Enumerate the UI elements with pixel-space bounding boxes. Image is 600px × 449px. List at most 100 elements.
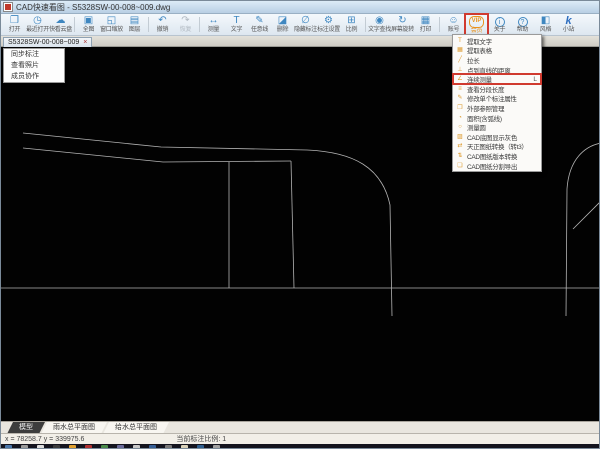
shortcut-key: L: [533, 76, 537, 83]
taskbar-icon[interactable]: [197, 445, 204, 449]
taskbar-icon[interactable]: [165, 445, 172, 449]
toolbar-window-zoom-button[interactable]: ◱窗口缩放: [100, 14, 123, 35]
menu-item-sync-annotation[interactable]: 同步标注: [4, 49, 64, 60]
toolbar-text-search-button[interactable]: ◉文字查找: [368, 14, 391, 35]
toolbar-redo-button[interactable]: ↷恢复: [174, 14, 197, 35]
menu-item-measure-circle[interactable]: ○测量圆: [453, 122, 541, 132]
lengthen-icon: ╱: [456, 56, 464, 64]
fullview-icon: ▣: [84, 15, 93, 27]
toolbar-cloud-button[interactable]: ☁快看云盘: [49, 14, 72, 35]
window-zoom-icon: ◱: [107, 15, 116, 27]
menu-item-member-collaboration[interactable]: 成员协作: [4, 71, 64, 82]
circle-icon: ○: [456, 123, 464, 131]
cad-line-right-diagonal: [573, 202, 600, 229]
document-tab[interactable]: S5328SW-00-008~009 ×: [3, 37, 92, 47]
windows-taskbar[interactable]: [1, 444, 600, 449]
toolbar-text-button[interactable]: T文字: [225, 14, 248, 35]
cad-line-branch-right: [291, 161, 294, 288]
toolbar-open-button[interactable]: ❐打开: [3, 14, 26, 35]
menu-item-modify-annotation[interactable]: ✎修改单个标注属性: [453, 94, 541, 104]
toolbar-kstation-button[interactable]: k小站: [557, 14, 580, 35]
vip-dropdown-menu: T提取文字 ▦提取表格 ╱拉长 ⊥点到直线的距离 ∠连续测量L ≡查看分段长度 …: [452, 34, 542, 172]
layout-tab-bar: 模型 雨水总平面图 给水总平面图: [1, 421, 600, 433]
cad-line-right-curve: [566, 143, 600, 316]
toolbar-measure-button[interactable]: ↔测量: [202, 14, 225, 35]
taskbar-icon[interactable]: [37, 445, 44, 449]
close-icon[interactable]: ×: [83, 39, 87, 46]
taskbar-icon[interactable]: [21, 445, 28, 449]
printer-icon: ▦: [421, 15, 430, 27]
menu-item-view-photos[interactable]: 查看照片: [4, 60, 64, 71]
taskbar-icon[interactable]: [149, 445, 156, 449]
taskbar-icon[interactable]: [5, 445, 12, 449]
toolbar-help-button[interactable]: ?帮助: [511, 14, 534, 35]
menu-item-segment-length[interactable]: ≡查看分段长度: [453, 84, 541, 94]
toolbar-vip-button[interactable]: VIP会员: [465, 14, 488, 35]
status-bar: x = 78258.7 y = 339975.6 当前标注比例: 1: [1, 433, 600, 444]
taskbar-icon[interactable]: [133, 445, 140, 449]
toolbar-account-button[interactable]: ☺账号: [442, 14, 465, 35]
menu-item-gray-background[interactable]: ▨CAD底图显示灰色: [453, 132, 541, 142]
taskbar-icon[interactable]: [181, 445, 188, 449]
menu-item-continuous-measure[interactable]: ∠连续测量L: [453, 74, 541, 84]
taskbar-icon[interactable]: [117, 445, 124, 449]
toolbar-separator: [199, 17, 200, 32]
menu-item-area-with-arc[interactable]: ◔面积(含弧线): [453, 113, 541, 123]
menu-item-extract-text[interactable]: T提取文字: [453, 36, 541, 46]
taskbar-icon[interactable]: [101, 445, 108, 449]
eraser-icon: ◪: [278, 15, 287, 27]
tab-context-menu: 同步标注 查看照片 成员协作: [3, 48, 65, 83]
main-toolbar: ❐打开 ◷最近打开 ☁快看云盘 ▣全图 ◱窗口缩放 ▤图层 ↶撤销 ↷恢复 ↔测…: [1, 14, 600, 36]
cloud-icon: ☁: [56, 15, 66, 27]
cad-line-road-top: [23, 133, 392, 316]
open-icon: ❐: [10, 15, 19, 27]
recent-icon: ◷: [33, 15, 42, 27]
redo-icon: ↷: [181, 15, 189, 27]
menu-item-version-convert[interactable]: ⇅CAD图纸版本转换: [453, 151, 541, 161]
toolbar-scale-button[interactable]: ⊞比例: [340, 14, 363, 35]
toolbar-annotation-settings-button[interactable]: ⚙标注设置: [317, 14, 340, 35]
menu-item-xref-manager[interactable]: ❐外部参照管理: [453, 103, 541, 113]
app-window: CAD快速看图 - S5328SW-00-008~009.dwg ❐打开 ◷最近…: [0, 0, 600, 449]
menu-item-point-to-line-distance[interactable]: ⊥点到直线的距离: [453, 65, 541, 75]
scale-icon: ⊞: [347, 15, 355, 27]
search-icon: ◉: [375, 15, 384, 27]
menu-item-tianzheng-convert[interactable]: ⇄天正图纸转换（转t3）: [453, 142, 541, 152]
version-convert-icon: ⇅: [456, 152, 464, 160]
toolbar-undo-button[interactable]: ↶撤销: [151, 14, 174, 35]
freeline-icon: ✎: [255, 15, 263, 27]
continuous-measure-icon: ∠: [456, 75, 464, 83]
extract-text-icon: T: [456, 37, 464, 45]
area-icon: ◔: [456, 114, 464, 122]
point-line-icon: ⊥: [456, 66, 464, 74]
toolbar-hide-annotation-button[interactable]: ∅隐藏标注: [294, 14, 317, 35]
toolbar-style-button[interactable]: ◧风格: [534, 14, 557, 35]
title-bar: CAD快速看图 - S5328SW-00-008~009.dwg: [1, 1, 600, 14]
cursor-coordinates: x = 78258.7 y = 339975.6: [5, 436, 84, 443]
taskbar-icon[interactable]: [213, 445, 220, 449]
taskbar-icon[interactable]: [85, 445, 92, 449]
toolbar-layers-button[interactable]: ▤图层: [123, 14, 146, 35]
toolbar-fullview-button[interactable]: ▣全图: [77, 14, 100, 35]
vip-icon: VIP: [469, 16, 485, 28]
toolbar-delete-button[interactable]: ◪删除: [271, 14, 294, 35]
taskbar-icon[interactable]: [53, 445, 60, 449]
undo-icon: ↶: [158, 15, 166, 27]
text-icon: T: [233, 15, 239, 27]
taskbar-icon[interactable]: [69, 445, 76, 449]
annotation-scale-status: 当前标注比例: 1: [176, 434, 226, 444]
menu-item-split-export[interactable]: ❏CAD图纸分割导出: [453, 161, 541, 171]
help-icon: ?: [518, 17, 528, 27]
rotate-icon: ↻: [398, 15, 406, 27]
toolbar-rotate-button[interactable]: ↻屏幕旋转: [391, 14, 414, 35]
toolbar-freeline-button[interactable]: ✎任意线: [248, 14, 271, 35]
menu-item-extract-table[interactable]: ▦提取表格: [453, 46, 541, 56]
gear-icon: ⚙: [324, 15, 333, 27]
layers-icon: ▤: [130, 15, 139, 27]
menu-item-lengthen[interactable]: ╱拉长: [453, 55, 541, 65]
window-title: CAD快速看图 - S5328SW-00-008~009.dwg: [16, 2, 170, 13]
toolbar-recent-button[interactable]: ◷最近打开: [26, 14, 49, 35]
toolbar-about-button[interactable]: i关于: [488, 14, 511, 35]
toolbar-separator: [148, 17, 149, 32]
toolbar-print-button[interactable]: ▦打印: [414, 14, 437, 35]
